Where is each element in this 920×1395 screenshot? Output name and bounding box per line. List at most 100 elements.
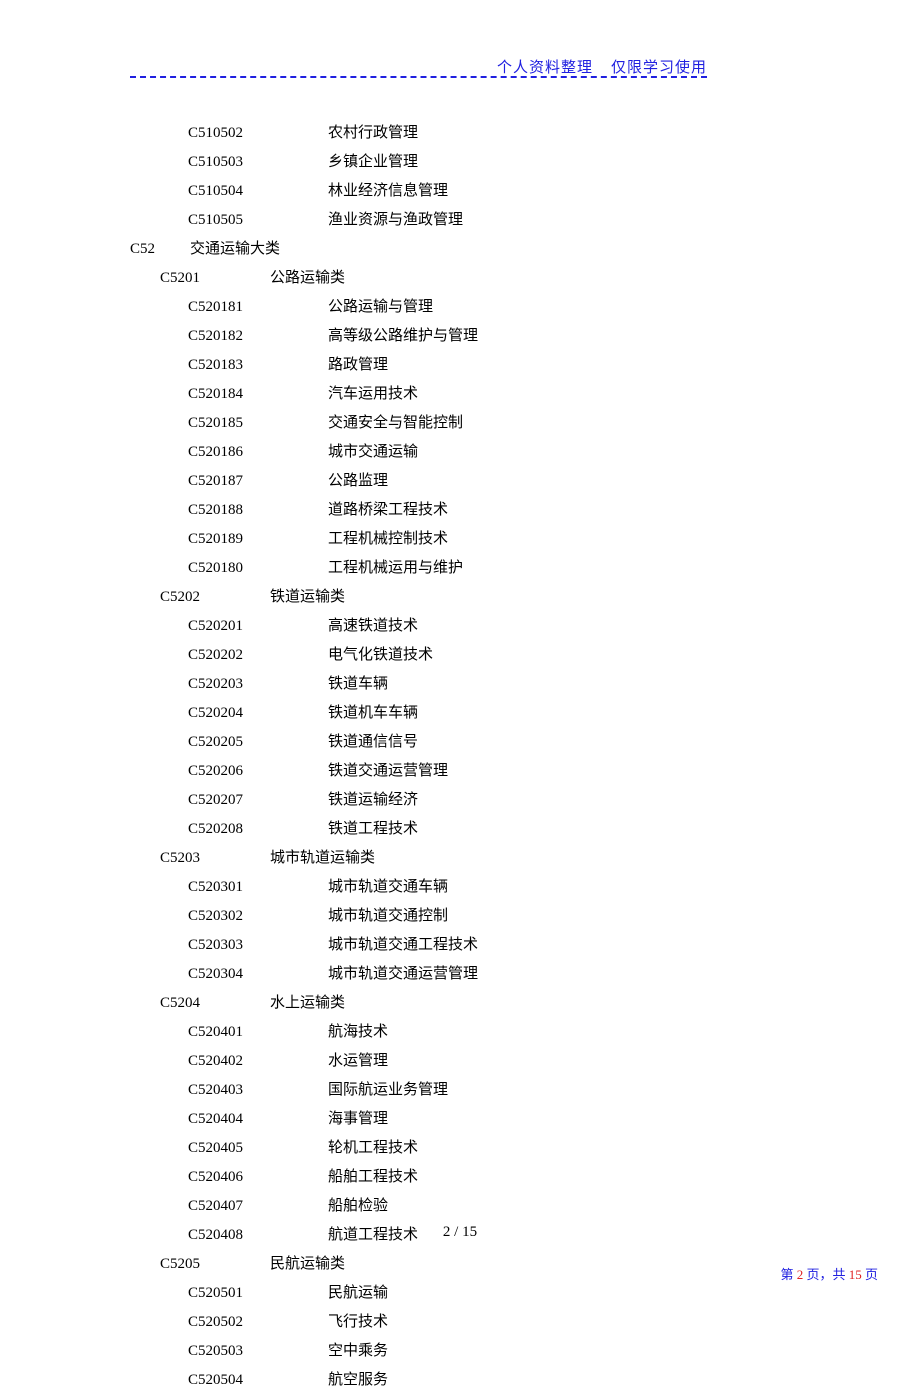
item-code: C520189 (188, 525, 328, 554)
item-code: C520181 (188, 293, 328, 322)
item-code: C520407 (188, 1192, 328, 1221)
page-header: 个人资料整理 仅限学习使用 (0, 56, 920, 79)
corner-t1: 第 (780, 1267, 796, 1282)
group-header: C5201公路运输类 (130, 264, 920, 293)
group-header: C5202铁道运输类 (130, 583, 920, 612)
list-item: C520407船舶检验 (130, 1192, 920, 1221)
item-name: 城市轨道交通车辆 (328, 879, 448, 895)
item-code: C520403 (188, 1076, 328, 1105)
item-code: C520182 (188, 322, 328, 351)
list-item: C520207铁道运输经济 (130, 786, 920, 815)
item-code: C520184 (188, 380, 328, 409)
group-name: 铁道运输类 (270, 589, 345, 605)
item-name: 公路监理 (328, 473, 388, 489)
list-item: C520501民航运输 (130, 1279, 920, 1308)
page-number-center: 2 / 15 (0, 1224, 920, 1241)
list-item: C510504林业经济信息管理 (130, 177, 920, 206)
item-code: C520186 (188, 438, 328, 467)
list-item: C520302城市轨道交通控制 (130, 902, 920, 931)
list-item: C520182高等级公路维护与管理 (130, 322, 920, 351)
item-name: 高速铁道技术 (328, 618, 418, 634)
list-item: C520503空中乘务 (130, 1337, 920, 1366)
group-code: C5204 (160, 989, 270, 1018)
list-item: C520187公路监理 (130, 467, 920, 496)
list-item: C520189工程机械控制技术 (130, 525, 920, 554)
list-item: C520205铁道通信信号 (130, 728, 920, 757)
item-code: C520504 (188, 1366, 328, 1395)
item-code: C520406 (188, 1163, 328, 1192)
header-underline (130, 76, 707, 78)
category-name: 交通运输大类 (190, 241, 280, 257)
item-code: C520207 (188, 786, 328, 815)
list-item: C520208铁道工程技术 (130, 815, 920, 844)
item-name: 交通安全与智能控制 (328, 415, 463, 431)
item-name: 渔业资源与渔政管理 (328, 212, 463, 228)
item-name: 林业经济信息管理 (328, 183, 448, 199)
item-name: 乡镇企业管理 (328, 154, 418, 170)
list-item: C510502农村行政管理 (130, 119, 920, 148)
page-number-corner: 第 2 页，共 15 页 (780, 1264, 878, 1283)
page-sep: / (450, 1224, 462, 1240)
group-code: C5205 (160, 1250, 270, 1279)
item-code: C520204 (188, 699, 328, 728)
list-item: C520502飞行技术 (130, 1308, 920, 1337)
item-name: 公路运输与管理 (328, 299, 433, 315)
corner-t3: 页 (862, 1267, 878, 1282)
group-name: 公路运输类 (270, 270, 345, 286)
item-code: C520402 (188, 1047, 328, 1076)
list-item: C520206铁道交通运营管理 (130, 757, 920, 786)
header-left: 个人资料整理 (497, 60, 593, 76)
item-code: C520185 (188, 409, 328, 438)
item-name: 船舶检验 (328, 1198, 388, 1214)
list-item: C520402水运管理 (130, 1047, 920, 1076)
item-name: 船舶工程技术 (328, 1169, 418, 1185)
list-item: C520202电气化铁道技术 (130, 641, 920, 670)
item-name: 铁道工程技术 (328, 821, 418, 837)
item-name: 汽车运用技术 (328, 386, 418, 402)
list-item: C520403国际航运业务管理 (130, 1076, 920, 1105)
list-item: C520185交通安全与智能控制 (130, 409, 920, 438)
item-name: 高等级公路维护与管理 (328, 328, 478, 344)
item-code: C520502 (188, 1308, 328, 1337)
list-item: C520304城市轨道交通运营管理 (130, 960, 920, 989)
item-code: C520303 (188, 931, 328, 960)
item-code: C520180 (188, 554, 328, 583)
list-item: C520404海事管理 (130, 1105, 920, 1134)
item-name: 民航运输 (328, 1285, 388, 1301)
item-name: 航空服务 (328, 1372, 388, 1388)
item-code: C520304 (188, 960, 328, 989)
corner-t2: 页，共 (803, 1267, 849, 1282)
list-item: C520303城市轨道交通工程技术 (130, 931, 920, 960)
list-item: C520201高速铁道技术 (130, 612, 920, 641)
category-code: C52 (130, 235, 190, 264)
item-code: C520183 (188, 351, 328, 380)
header-right: 仅限学习使用 (611, 60, 707, 76)
list-item: C520203铁道车辆 (130, 670, 920, 699)
document-page: 个人资料整理仅限学习使用 C510502农村行政管理C510503乡镇企业管理C… (0, 0, 920, 1303)
item-code: C520188 (188, 496, 328, 525)
item-code: C520301 (188, 873, 328, 902)
item-name: 工程机械控制技术 (328, 531, 448, 547)
item-name: 空中乘务 (328, 1343, 388, 1359)
item-code: C520202 (188, 641, 328, 670)
item-code: C520405 (188, 1134, 328, 1163)
list-item: C520504航空服务 (130, 1366, 920, 1395)
item-name: 航海技术 (328, 1024, 388, 1040)
list-item: C520184汽车运用技术 (130, 380, 920, 409)
group-name: 城市轨道运输类 (270, 850, 375, 866)
group-code: C5203 (160, 844, 270, 873)
item-code: C520302 (188, 902, 328, 931)
list-item: C520204铁道机车车辆 (130, 699, 920, 728)
item-code: C520203 (188, 670, 328, 699)
item-code: C510505 (188, 206, 328, 235)
item-name: 电气化铁道技术 (328, 647, 433, 663)
item-name: 水运管理 (328, 1053, 388, 1069)
item-name: 国际航运业务管理 (328, 1082, 448, 1098)
item-name: 轮机工程技术 (328, 1140, 418, 1156)
item-code: C520501 (188, 1279, 328, 1308)
item-code: C520401 (188, 1018, 328, 1047)
group-header: C5203城市轨道运输类 (130, 844, 920, 873)
group-name: 水上运输类 (270, 995, 345, 1011)
item-name: 铁道运输经济 (328, 792, 418, 808)
group-header: C5204水上运输类 (130, 989, 920, 1018)
